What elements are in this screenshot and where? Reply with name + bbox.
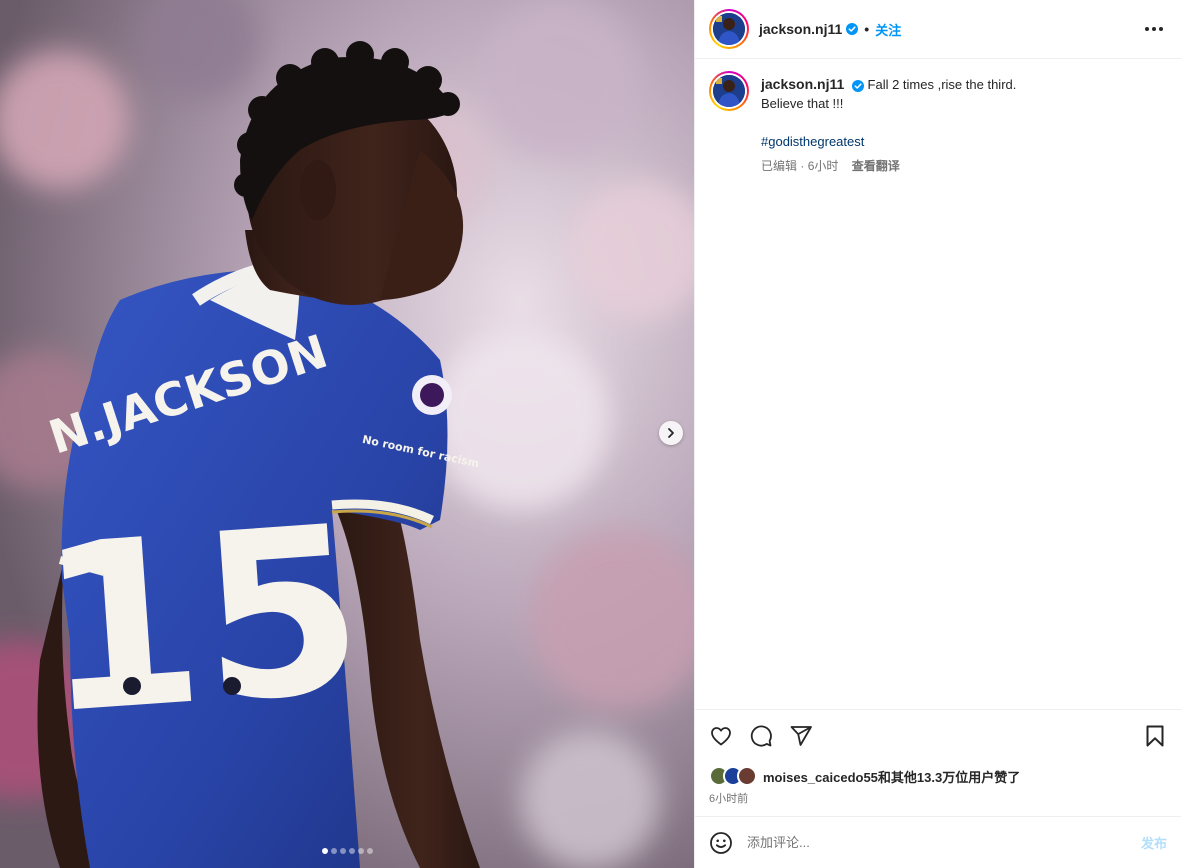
header-username[interactable]: jackson.nj11 xyxy=(759,21,842,37)
slide-dot xyxy=(366,848,373,854)
caption-line-2: Believe that !!! xyxy=(761,96,844,111)
chevron-right-icon xyxy=(668,428,674,438)
avatar-image xyxy=(713,75,745,107)
verified-badge-icon xyxy=(846,23,859,35)
save-button[interactable] xyxy=(1143,724,1167,748)
like-button[interactable] xyxy=(709,724,733,748)
more-options-button[interactable] xyxy=(1141,21,1167,37)
slide-dot xyxy=(357,848,364,854)
hashtag-link[interactable]: #godisthegreatest xyxy=(761,132,1016,151)
post-dialog: N.JACKSON 15 No room for racism jackson.… xyxy=(0,0,1181,868)
likes-text: moises_caicedo55和其他13.3万位用户赞了 xyxy=(763,769,1021,785)
see-translation-button[interactable]: 查看翻译 xyxy=(852,159,900,173)
comment-icon xyxy=(750,725,772,747)
avatar[interactable] xyxy=(709,9,749,49)
comment-input[interactable] xyxy=(747,835,1141,850)
verified-badge-icon xyxy=(851,79,864,92)
slide-dot xyxy=(330,848,337,854)
avatar-image xyxy=(713,13,745,45)
liker-avatars xyxy=(709,766,757,786)
caption-meta: 已编辑 · 6小时 查看翻译 xyxy=(761,157,1016,176)
post-side-panel: jackson.nj11 • 关注 jackson.nj11 Fall 2 ti… xyxy=(694,0,1181,868)
caption: jackson.nj11 Fall 2 times ,rise the thir… xyxy=(709,71,1167,176)
jersey-number: 15 xyxy=(33,477,371,766)
meta-separator: · xyxy=(797,159,808,173)
slide-indicator xyxy=(0,848,694,854)
bookmark-icon xyxy=(1146,725,1164,747)
post-header: jackson.nj11 • 关注 xyxy=(695,0,1181,59)
likes-summary[interactable]: moises_caicedo55和其他13.3万位用户赞了 xyxy=(709,766,1167,786)
emoji-button[interactable] xyxy=(709,831,733,855)
comments-section: jackson.nj11 Fall 2 times ,rise the thir… xyxy=(695,59,1181,709)
slide-dot xyxy=(339,848,346,854)
action-bar xyxy=(709,724,1167,748)
caption-username[interactable]: jackson.nj11 xyxy=(761,76,844,92)
send-icon xyxy=(790,726,812,746)
comment-composer: 发布 xyxy=(695,816,1181,868)
emoji-icon xyxy=(710,831,732,854)
header-separator: • xyxy=(864,21,870,37)
post-actions: moises_caicedo55和其他13.3万位用户赞了 6小时前 xyxy=(695,709,1181,816)
share-button[interactable] xyxy=(789,724,813,748)
post-timestamp[interactable]: 6小时前 xyxy=(709,790,1167,816)
comment-button[interactable] xyxy=(749,724,773,748)
liker-avatar xyxy=(737,766,757,786)
post-photo: N.JACKSON 15 No room for racism xyxy=(0,0,694,868)
post-comment-button[interactable]: 发布 xyxy=(1141,833,1167,852)
caption-body: jackson.nj11 Fall 2 times ,rise the thir… xyxy=(761,71,1016,176)
post-media[interactable]: N.JACKSON 15 No room for racism xyxy=(0,0,694,868)
slide-dot xyxy=(321,848,328,854)
caption-line-1: Fall 2 times ,rise the third. xyxy=(867,77,1017,92)
caption-avatar[interactable] xyxy=(709,71,749,111)
caption-age[interactable]: 6小时 xyxy=(808,159,839,173)
heart-icon xyxy=(711,727,731,746)
edited-label: 已编辑 xyxy=(761,159,798,173)
slide-dot xyxy=(348,848,355,854)
next-slide-button[interactable] xyxy=(659,421,683,445)
follow-button[interactable]: 关注 xyxy=(875,20,901,39)
more-horizontal-icon xyxy=(1145,27,1149,31)
